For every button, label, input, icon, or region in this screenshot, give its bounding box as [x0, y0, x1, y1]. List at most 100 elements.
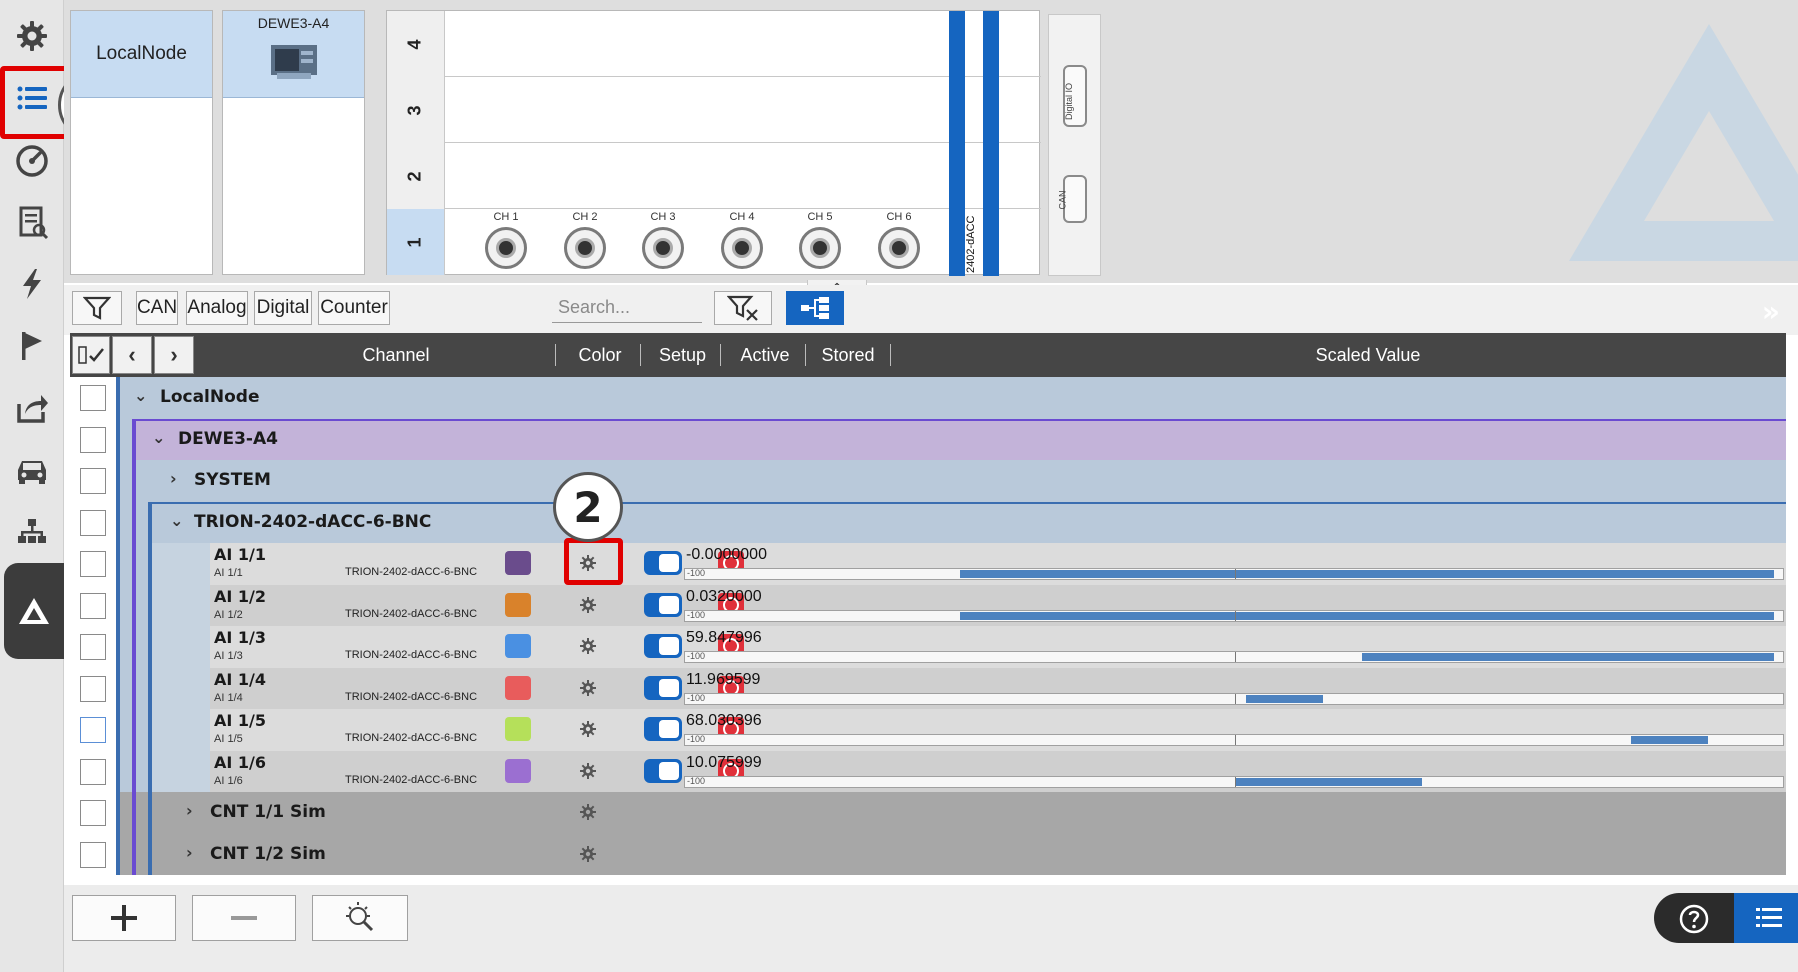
- gear-icon[interactable]: [579, 554, 597, 572]
- help-icon[interactable]: [1678, 903, 1710, 935]
- channel-row[interactable]: AI 1/1 AI 1/1 TRION-2402-dACC-6-BNC -0.0000…: [70, 543, 1786, 585]
- row-checkbox[interactable]: [80, 509, 106, 536]
- filter-digital-button[interactable]: Digital: [254, 291, 312, 325]
- active-toggle[interactable]: [644, 551, 682, 575]
- gear-icon[interactable]: [579, 803, 597, 821]
- gear-icon[interactable]: [579, 637, 597, 655]
- color-swatch[interactable]: [505, 551, 531, 575]
- local-node-card[interactable]: LocalNode: [70, 10, 213, 275]
- col-channel[interactable]: Channel: [246, 333, 546, 377]
- network-tree-icon[interactable]: [6, 505, 58, 557]
- chevron-right-icon[interactable]: ›: [186, 801, 193, 820]
- active-toggle[interactable]: [644, 592, 682, 617]
- row-checkbox[interactable]: [80, 634, 106, 660]
- tree-view-button[interactable]: [786, 291, 844, 325]
- channel-row[interactable]: AI 1/6 AI 1/6 TRION-2402-dACC-6-BNC 10.0759…: [70, 750, 1786, 792]
- value-bar: -100: [684, 568, 1784, 580]
- gear-icon[interactable]: [579, 720, 597, 738]
- chevron-down-icon[interactable]: ⌄: [170, 511, 183, 530]
- chevron-down-icon[interactable]: ⌄: [152, 428, 165, 447]
- col-stored[interactable]: Stored: [808, 333, 888, 377]
- color-swatch[interactable]: [505, 592, 531, 617]
- auto-detect-button[interactable]: [312, 895, 408, 941]
- tree-view-icon: [801, 297, 829, 319]
- filter-can-button[interactable]: CAN: [136, 291, 178, 325]
- flag-icon[interactable]: [6, 320, 58, 372]
- prev-button[interactable]: ‹: [112, 336, 152, 374]
- car-icon[interactable]: [6, 444, 58, 496]
- rack-slot-3[interactable]: 3: [387, 77, 1041, 143]
- row-checkbox[interactable]: [80, 758, 106, 785]
- row-checkbox[interactable]: [80, 385, 106, 411]
- active-toggle[interactable]: [644, 758, 682, 783]
- filter-button[interactable]: [72, 291, 122, 325]
- report-icon[interactable]: [6, 196, 58, 248]
- group-row-localnode[interactable]: ⌄ LocalNode: [70, 377, 1786, 419]
- add-button[interactable]: [72, 895, 176, 941]
- gear-icon[interactable]: [579, 845, 597, 863]
- bnc-connector-ch2[interactable]: CH 2: [560, 209, 610, 269]
- bnc-connector-ch1[interactable]: CH 1: [481, 209, 531, 269]
- filter-analog-button[interactable]: Analog: [186, 291, 248, 325]
- col-setup[interactable]: Setup: [645, 333, 720, 377]
- group-row-device[interactable]: ⌄ DEWE3-A4: [70, 418, 1786, 460]
- bnc-connector-ch5[interactable]: CH 5: [795, 209, 845, 269]
- col-scaled-value[interactable]: Scaled Value: [950, 333, 1786, 377]
- chevron-down-icon[interactable]: ⌄: [134, 386, 147, 405]
- col-color[interactable]: Color: [560, 333, 640, 377]
- rack-slot-2[interactable]: 2: [387, 143, 1041, 209]
- row-checkbox[interactable]: [80, 800, 106, 826]
- chevron-right-icon[interactable]: ›: [186, 843, 193, 862]
- color-swatch[interactable]: [505, 717, 531, 741]
- bnc-connector-ch4[interactable]: CH 4: [717, 209, 767, 269]
- device-label: DEWE3-A4: [178, 428, 278, 449]
- filter-counter-button[interactable]: Counter: [318, 291, 390, 325]
- col-active[interactable]: Active: [725, 333, 805, 377]
- counter-row[interactable]: › CNT 1/1 Sim: [70, 792, 1786, 834]
- row-checkbox[interactable]: [80, 468, 106, 494]
- search-input[interactable]: [552, 293, 702, 323]
- color-swatch[interactable]: [505, 758, 531, 783]
- settings-gear-icon[interactable]: [6, 10, 58, 62]
- channel-row[interactable]: AI 1/2 AI 1/2 TRION-2402-dACC-6-BNC 0.03200…: [70, 584, 1786, 626]
- rack-slot-4[interactable]: 4: [387, 11, 1041, 77]
- export-icon[interactable]: [6, 382, 58, 434]
- row-checkbox[interactable]: [80, 717, 106, 743]
- list-view-button[interactable]: [1734, 893, 1798, 943]
- channel-row[interactable]: AI 1/3 AI 1/3 TRION-2402-dACC-6-BNC 59.8479…: [70, 626, 1786, 668]
- device-card[interactable]: DEWE3-A4: [222, 10, 365, 275]
- row-checkbox[interactable]: [80, 592, 106, 619]
- gear-icon[interactable]: [579, 596, 597, 614]
- group-row-module[interactable]: ⌄ TRION-2402-dACC-6-BNC: [70, 501, 1786, 543]
- row-checkbox[interactable]: [80, 551, 106, 577]
- bnc-connector-ch3[interactable]: CH 3: [638, 209, 688, 269]
- color-swatch[interactable]: [505, 675, 531, 700]
- select-all-button[interactable]: [72, 336, 110, 374]
- gear-icon[interactable]: [579, 762, 597, 780]
- row-checkbox[interactable]: [80, 426, 106, 453]
- dewesoft-logo-tab[interactable]: [4, 563, 64, 659]
- channel-row[interactable]: AI 1/5 AI 1/5 TRION-2402-dACC-6-BNC 68.0303…: [70, 709, 1786, 751]
- channel-list-icon[interactable]: [6, 72, 58, 124]
- gear-icon[interactable]: [579, 679, 597, 697]
- remove-button[interactable]: [192, 895, 296, 941]
- gauge-icon[interactable]: [6, 135, 58, 187]
- bnc-connector-ch6[interactable]: CH 6: [874, 209, 924, 269]
- color-swatch[interactable]: [505, 634, 531, 658]
- channel-grid: ‹ › Channel Color Setup Active Stored Sc…: [70, 333, 1786, 881]
- active-toggle[interactable]: [644, 634, 682, 658]
- channel-row[interactable]: AI 1/4 AI 1/4 TRION-2402-dACC-6-BNC 11.9695…: [70, 667, 1786, 709]
- row-checkbox[interactable]: [80, 841, 106, 868]
- channel-subname: AI 1/5: [214, 733, 243, 745]
- chevron-right-icon[interactable]: ›: [170, 469, 177, 488]
- row-checkbox[interactable]: [80, 675, 106, 702]
- active-toggle[interactable]: [644, 717, 682, 741]
- group-row-system[interactable]: › SYSTEM: [70, 460, 1786, 502]
- rack-slot-1[interactable]: 1 CH 1 CH 2 CH 3 CH 4 CH 5 CH 6: [387, 209, 1041, 275]
- counter-row[interactable]: › CNT 1/2 Sim: [70, 833, 1786, 875]
- expand-panel-chevron-icon[interactable]: »: [1762, 295, 1780, 328]
- clear-filter-button[interactable]: [714, 291, 772, 325]
- next-button[interactable]: ›: [154, 336, 194, 374]
- lightning-icon[interactable]: [6, 258, 58, 310]
- active-toggle[interactable]: [644, 675, 682, 700]
